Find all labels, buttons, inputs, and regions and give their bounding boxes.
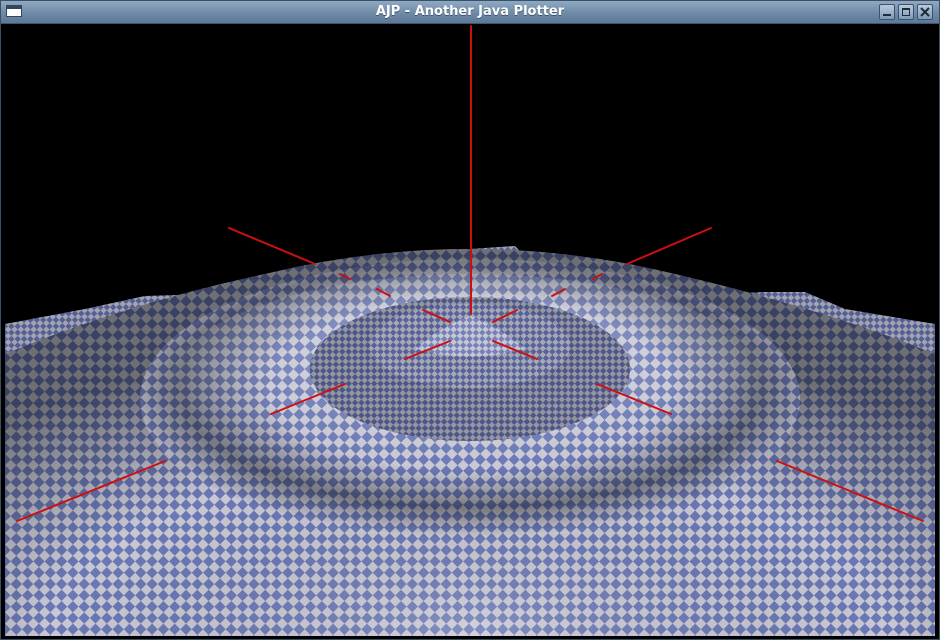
plot-canvas[interactable] — [5, 24, 935, 636]
surface-plot[interactable] — [5, 24, 935, 636]
maximize-button[interactable] — [898, 4, 914, 20]
axis-back-left-a — [228, 227, 316, 265]
title-bar[interactable]: AJP - Another Java Plotter — [1, 1, 939, 24]
app-window: AJP - Another Java Plotter — [0, 0, 940, 640]
close-icon — [920, 7, 930, 17]
window-title: AJP - Another Java Plotter — [375, 4, 565, 19]
minimize-button[interactable] — [879, 4, 895, 20]
axis-back-right-a — [626, 227, 712, 265]
close-button[interactable] — [917, 4, 933, 20]
